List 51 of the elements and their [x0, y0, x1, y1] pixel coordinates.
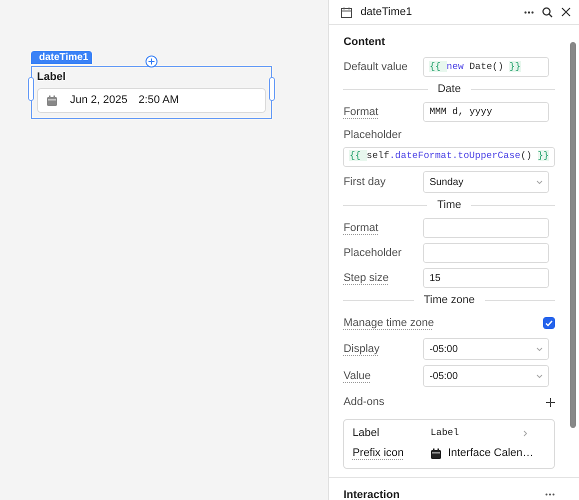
chevron-right-icon[interactable] [523, 430, 528, 437]
field-label: Manage time zone [343, 316, 434, 331]
field-label: Display [343, 342, 381, 357]
select-field[interactable]: -05:00 [423, 338, 550, 360]
chevron-down-icon [536, 180, 544, 184]
section-title: Content [343, 35, 386, 50]
addon-value: Label [430, 426, 460, 440]
field-label: Placeholder [343, 246, 403, 261]
datetime-component[interactable]: Label Jun 2, 2025 2:50 AM [31, 66, 272, 119]
field-label: Add-ons [343, 394, 386, 410]
component-tag: dateTime1 [31, 51, 92, 64]
field-label: First day [343, 174, 387, 190]
input-field[interactable]: 15 [423, 268, 550, 288]
input-field[interactable] [423, 243, 550, 263]
code-field[interactable]: {{ self.dateFormat.toUpperCase() }} [343, 146, 555, 166]
input-field[interactable] [423, 218, 550, 238]
input-field[interactable]: MMM d, yyyy [423, 102, 550, 122]
field-label: Label [37, 70, 67, 84]
field-label: Value [343, 368, 372, 384]
search-icon[interactable] [542, 6, 553, 18]
field-label: Format [343, 220, 380, 236]
date-input[interactable]: Jun 2, 2025 2:50 AM [37, 88, 266, 113]
checkbox[interactable] [543, 317, 555, 329]
select-field[interactable]: Sunday [423, 171, 550, 193]
calendar-icon [46, 94, 58, 106]
addon-value: Interface Calen… [448, 446, 534, 462]
field-label: Default value [343, 60, 409, 75]
calendar-icon [430, 448, 442, 460]
chevron-down-icon [536, 346, 544, 352]
panel-title: dateTime1 [360, 4, 413, 20]
section-title: Interaction [343, 488, 401, 500]
more-icon[interactable] [545, 493, 555, 496]
resize-handle[interactable] [269, 76, 275, 100]
section-divider-label: Time [343, 196, 555, 216]
time-text: 2:50 AM [138, 93, 179, 108]
select-field[interactable]: -05:00 [423, 365, 550, 387]
addon-label: Label [352, 426, 380, 442]
section-divider-label: Time zone [343, 290, 555, 310]
field-label: Step size [343, 270, 390, 286]
addon-label: Prefix icon [352, 446, 405, 462]
chevron-down-icon [536, 374, 544, 378]
field-label: Format [343, 104, 380, 120]
close-icon[interactable] [561, 7, 571, 17]
code-field[interactable]: {{ new Date() }} [423, 57, 550, 77]
field-label: Placeholder [343, 128, 403, 144]
add-icon[interactable] [546, 398, 555, 406]
date-text: Jun 2, 2025 [70, 93, 128, 108]
calendar-icon [341, 6, 352, 18]
more-icon[interactable] [524, 10, 534, 14]
section-divider-label: Date [343, 80, 555, 100]
resize-handle[interactable] [28, 76, 34, 100]
